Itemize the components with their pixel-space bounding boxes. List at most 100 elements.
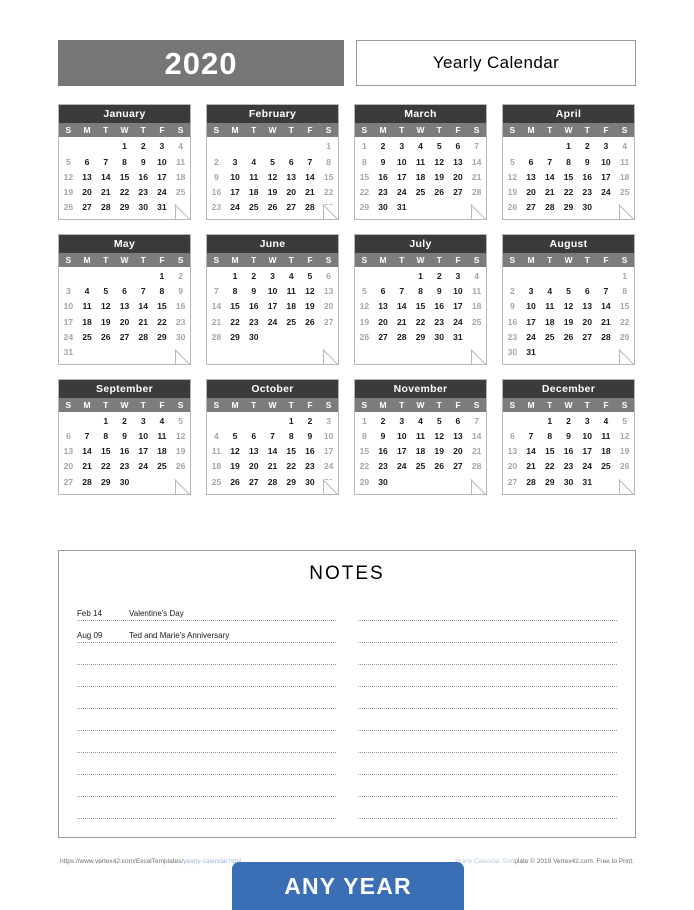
- day-cell[interactable]: 1: [319, 139, 338, 154]
- day-cell[interactable]: 27: [503, 474, 522, 489]
- day-cell[interactable]: 17: [59, 314, 78, 329]
- day-cell[interactable]: 16: [559, 444, 578, 459]
- day-cell[interactable]: 23: [244, 314, 263, 329]
- day-cell[interactable]: 8: [540, 429, 559, 444]
- note-blank-line[interactable]: [77, 665, 336, 687]
- day-cell[interactable]: 26: [503, 200, 522, 215]
- day-cell[interactable]: 3: [263, 269, 282, 284]
- day-cell[interactable]: 18: [411, 444, 430, 459]
- day-cell[interactable]: 22: [96, 459, 115, 474]
- day-cell[interactable]: 28: [597, 329, 616, 344]
- day-cell[interactable]: 22: [615, 314, 634, 329]
- day-cell[interactable]: 28: [522, 474, 541, 489]
- day-cell[interactable]: 20: [503, 459, 522, 474]
- day-cell[interactable]: 24: [522, 329, 541, 344]
- day-cell[interactable]: 19: [226, 459, 245, 474]
- day-cell[interactable]: 30: [244, 329, 263, 344]
- day-cell[interactable]: 19: [59, 185, 78, 200]
- day-cell[interactable]: 16: [207, 185, 226, 200]
- day-cell[interactable]: 19: [430, 444, 449, 459]
- day-cell[interactable]: 13: [374, 299, 393, 314]
- day-cell[interactable]: 5: [430, 139, 449, 154]
- day-cell[interactable]: 2: [301, 414, 320, 429]
- day-cell[interactable]: 8: [153, 284, 172, 299]
- day-cell[interactable]: 17: [153, 169, 172, 184]
- day-cell[interactable]: 23: [115, 459, 134, 474]
- day-cell[interactable]: 1: [355, 414, 374, 429]
- day-cell[interactable]: 12: [301, 284, 320, 299]
- day-cell[interactable]: 6: [59, 429, 78, 444]
- day-cell[interactable]: 4: [615, 139, 634, 154]
- day-cell[interactable]: 23: [578, 185, 597, 200]
- day-cell[interactable]: 21: [263, 459, 282, 474]
- day-cell[interactable]: 17: [449, 299, 468, 314]
- day-cell[interactable]: 11: [540, 299, 559, 314]
- day-cell[interactable]: 28: [467, 185, 486, 200]
- day-cell[interactable]: 6: [78, 154, 97, 169]
- day-cell[interactable]: 17: [392, 444, 411, 459]
- day-cell[interactable]: 16: [115, 444, 134, 459]
- day-cell[interactable]: 20: [449, 169, 468, 184]
- day-cell[interactable]: 5: [559, 284, 578, 299]
- day-cell[interactable]: 4: [597, 414, 616, 429]
- day-cell[interactable]: 30: [374, 200, 393, 215]
- day-cell[interactable]: 22: [226, 314, 245, 329]
- day-cell[interactable]: 26: [615, 459, 634, 474]
- day-cell[interactable]: 10: [522, 299, 541, 314]
- day-cell[interactable]: 6: [578, 284, 597, 299]
- day-cell[interactable]: 10: [449, 284, 468, 299]
- day-cell[interactable]: 3: [319, 414, 338, 429]
- day-cell[interactable]: 13: [319, 284, 338, 299]
- note-blank-line[interactable]: [358, 687, 617, 709]
- day-cell[interactable]: 1: [559, 139, 578, 154]
- day-cell[interactable]: 8: [355, 429, 374, 444]
- day-cell[interactable]: 18: [153, 444, 172, 459]
- day-cell[interactable]: 25: [467, 314, 486, 329]
- day-cell[interactable]: 21: [522, 459, 541, 474]
- day-cell[interactable]: 10: [392, 429, 411, 444]
- day-cell[interactable]: 16: [374, 169, 393, 184]
- day-cell[interactable]: 21: [540, 185, 559, 200]
- day-cell[interactable]: 24: [319, 459, 338, 474]
- day-cell[interactable]: 23: [430, 314, 449, 329]
- day-cell[interactable]: 12: [355, 299, 374, 314]
- day-cell[interactable]: 3: [392, 414, 411, 429]
- day-cell[interactable]: 23: [134, 185, 153, 200]
- day-cell[interactable]: 24: [392, 459, 411, 474]
- day-cell[interactable]: 25: [411, 459, 430, 474]
- day-cell[interactable]: 2: [115, 414, 134, 429]
- day-cell[interactable]: 12: [96, 299, 115, 314]
- day-cell[interactable]: 5: [430, 414, 449, 429]
- day-cell[interactable]: 19: [171, 444, 190, 459]
- day-cell[interactable]: 16: [244, 299, 263, 314]
- day-cell[interactable]: 14: [467, 429, 486, 444]
- day-cell[interactable]: 14: [540, 169, 559, 184]
- day-cell[interactable]: 4: [540, 284, 559, 299]
- note-blank-line[interactable]: [358, 731, 617, 753]
- day-cell[interactable]: 17: [226, 185, 245, 200]
- day-cell[interactable]: 18: [540, 314, 559, 329]
- day-cell[interactable]: 28: [467, 459, 486, 474]
- day-cell[interactable]: 19: [503, 185, 522, 200]
- day-cell[interactable]: 22: [153, 314, 172, 329]
- day-cell[interactable]: 17: [578, 444, 597, 459]
- day-cell[interactable]: 19: [355, 314, 374, 329]
- day-cell[interactable]: 9: [134, 154, 153, 169]
- day-cell[interactable]: 23: [171, 314, 190, 329]
- day-cell[interactable]: 6: [522, 154, 541, 169]
- day-cell[interactable]: 5: [503, 154, 522, 169]
- day-cell[interactable]: 13: [522, 169, 541, 184]
- day-cell[interactable]: 2: [578, 139, 597, 154]
- day-cell[interactable]: 23: [301, 459, 320, 474]
- day-cell[interactable]: 16: [374, 444, 393, 459]
- day-cell[interactable]: 4: [78, 284, 97, 299]
- day-cell[interactable]: 9: [244, 284, 263, 299]
- day-cell[interactable]: 4: [244, 154, 263, 169]
- day-cell[interactable]: 11: [282, 284, 301, 299]
- day-cell[interactable]: 4: [411, 414, 430, 429]
- day-cell[interactable]: 10: [263, 284, 282, 299]
- day-cell[interactable]: 16: [578, 169, 597, 184]
- day-cell[interactable]: 15: [115, 169, 134, 184]
- day-cell[interactable]: 30: [559, 474, 578, 489]
- day-cell[interactable]: 21: [96, 185, 115, 200]
